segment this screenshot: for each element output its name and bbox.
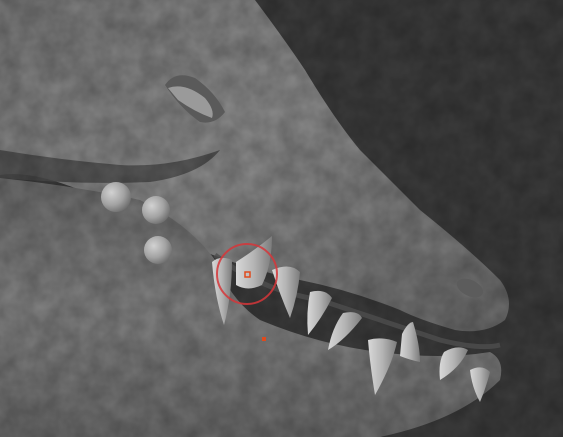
sculpt-viewport[interactable]	[0, 0, 563, 437]
sphere-1	[101, 182, 131, 212]
sphere-3	[144, 236, 172, 264]
pivot-marker	[262, 337, 266, 341]
viewport-canvas[interactable]	[0, 0, 563, 437]
sphere-2	[142, 196, 170, 224]
